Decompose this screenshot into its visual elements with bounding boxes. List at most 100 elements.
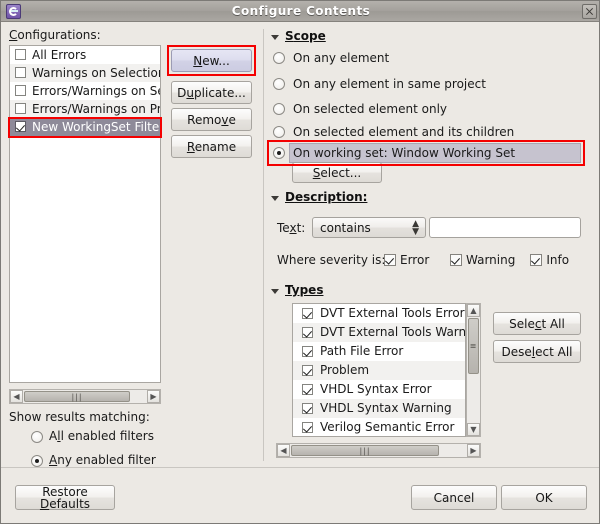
configurations-list[interactable]: All Errors Warnings on Selection Errors/Wa… [9, 45, 161, 383]
scope-radio-3[interactable] [273, 126, 285, 138]
configuration-row[interactable]: Errors/Warnings on Proj [10, 100, 160, 118]
types-hscroll-thumb[interactable]: ||| [291, 445, 439, 456]
restore-defaults-button[interactable]: Restore Defaults [15, 485, 115, 510]
type-label: DVT External Tools Error Mark [320, 306, 465, 320]
title-bar: Configure Contents [1, 1, 599, 22]
close-icon[interactable] [582, 4, 597, 19]
scroll-up-icon[interactable]: ▲ [467, 304, 480, 317]
scroll-right-icon[interactable]: ▶ [147, 390, 160, 403]
description-twisty-icon[interactable] [271, 196, 279, 201]
types-hscrollbar[interactable]: ◀ ||| ▶ [276, 443, 481, 458]
type-label: VHDL Syntax Warning [320, 401, 452, 415]
hscroll-thumb[interactable]: ||| [24, 391, 130, 402]
rename-button[interactable]: Rename [171, 135, 252, 158]
configuration-label: Warnings on Selection [32, 66, 160, 80]
scope-title: Scope [285, 29, 326, 43]
new-button[interactable]: New... [171, 49, 252, 72]
text-operator-value: contains [320, 221, 371, 235]
type-row[interactable]: DVT External Tools Warning M [293, 323, 465, 342]
type-checkbox[interactable] [302, 346, 313, 357]
configuration-label: Errors/Warnings on Proj [32, 102, 160, 116]
chevron-updown-icon: ▲ ▼ [412, 219, 419, 237]
type-label: Problem [320, 363, 370, 377]
scope-radio-4[interactable] [273, 147, 285, 159]
ok-label: OK [535, 490, 553, 505]
ok-button[interactable]: OK [501, 485, 587, 510]
types-twisty-icon[interactable] [271, 289, 279, 294]
configuration-row[interactable]: Errors/Warnings on Sele [10, 82, 160, 100]
radio-all-enabled-filters[interactable] [31, 431, 43, 443]
vscroll-thumb[interactable]: ≡ [468, 318, 479, 374]
configuration-label: New WorkingSet Filter [32, 120, 160, 134]
footer-divider [1, 467, 599, 468]
all-enabled-filters-label[interactable]: All enabled filters [49, 429, 154, 443]
duplicate-button[interactable]: Duplicate... [171, 81, 252, 104]
type-checkbox[interactable] [302, 384, 313, 395]
scope-option-label[interactable]: On any element in same project [293, 77, 486, 91]
type-label: DVT External Tools Warning M [320, 325, 465, 339]
description-text-input[interactable] [429, 217, 581, 238]
panel-divider [263, 29, 264, 461]
types-vscrollbar[interactable]: ▲ ≡ ▼ [466, 303, 481, 437]
text-operator-select[interactable]: contains ▲ ▼ [312, 217, 426, 238]
scope-option-label[interactable]: On any element [293, 51, 389, 65]
window-title: Configure Contents [231, 4, 371, 18]
configuration-checkbox[interactable] [15, 121, 26, 132]
severity-label: Where severity is: [277, 253, 386, 267]
cancel-label: Cancel [433, 490, 475, 505]
select-working-set-button[interactable]: Select... [292, 162, 382, 183]
type-checkbox[interactable] [302, 403, 313, 414]
description-title: Description: [285, 190, 368, 204]
type-row[interactable]: VHDL Syntax Warning [293, 399, 465, 418]
type-row[interactable]: Problem [293, 361, 465, 380]
scope-radio-2[interactable] [273, 103, 285, 115]
types-list[interactable]: DVT External Tools Error Mark DVT Externa… [292, 303, 466, 437]
type-checkbox[interactable] [302, 365, 313, 376]
scope-option-label[interactable]: On working set: Window Working Set [293, 146, 515, 160]
severity-label-warning[interactable]: Warning [466, 253, 515, 267]
configure-contents-dialog: Configure Contents Configurations: All E… [0, 0, 600, 524]
scope-radio-1[interactable] [273, 78, 285, 90]
select-all-button[interactable]: Select All [493, 312, 581, 335]
scope-radio-0[interactable] [273, 52, 285, 64]
scope-option-label[interactable]: On selected element only [293, 102, 447, 116]
configuration-row[interactable]: All Errors [10, 46, 160, 64]
configuration-checkbox[interactable] [15, 103, 26, 114]
any-enabled-filter-label[interactable]: Any enabled filter [49, 453, 156, 467]
type-row[interactable]: VHDL Syntax Error [293, 380, 465, 399]
show-results-label: Show results matching: [9, 410, 150, 424]
types-title: Types [285, 283, 324, 297]
configurations-label: Configurations: [9, 28, 101, 42]
configuration-checkbox[interactable] [15, 85, 26, 96]
type-row[interactable]: DVT External Tools Error Mark [293, 304, 465, 323]
severity-checkbox-info[interactable] [530, 254, 543, 266]
cancel-button[interactable]: Cancel [411, 485, 497, 510]
configuration-row[interactable]: New WorkingSet Filter [10, 118, 160, 136]
severity-label-error[interactable]: Error [400, 253, 429, 267]
types-scroll-left-icon[interactable]: ◀ [277, 444, 290, 457]
type-label: VHDL Syntax Error [320, 382, 432, 396]
configurations-hscrollbar[interactable]: ◀ ||| ▶ [9, 389, 161, 404]
type-checkbox[interactable] [302, 422, 313, 433]
type-row[interactable]: Path File Error [293, 342, 465, 361]
scope-option-label[interactable]: On selected element and its children [293, 125, 514, 139]
scroll-down-icon[interactable]: ▼ [467, 423, 480, 436]
type-checkbox[interactable] [302, 308, 313, 319]
severity-checkbox-warning[interactable] [450, 254, 462, 266]
severity-checkbox-error[interactable] [384, 254, 396, 266]
configuration-row[interactable]: Warnings on Selection [10, 64, 160, 82]
scroll-left-icon[interactable]: ◀ [10, 390, 23, 403]
remove-button[interactable]: Remove [171, 108, 252, 131]
scope-twisty-icon[interactable] [271, 35, 279, 40]
configuration-checkbox[interactable] [15, 67, 26, 78]
type-checkbox[interactable] [302, 327, 313, 338]
configuration-checkbox[interactable] [15, 49, 26, 60]
type-label: Path File Error [320, 344, 404, 358]
text-label: Text: [277, 221, 306, 235]
severity-label-info[interactable]: Info [546, 253, 569, 267]
radio-any-enabled-filter[interactable] [31, 455, 43, 467]
type-label: Verilog Semantic Error [320, 420, 455, 434]
types-scroll-right-icon[interactable]: ▶ [467, 444, 480, 457]
type-row[interactable]: Verilog Semantic Error [293, 418, 465, 436]
deselect-all-button[interactable]: Deselect All [493, 340, 581, 363]
